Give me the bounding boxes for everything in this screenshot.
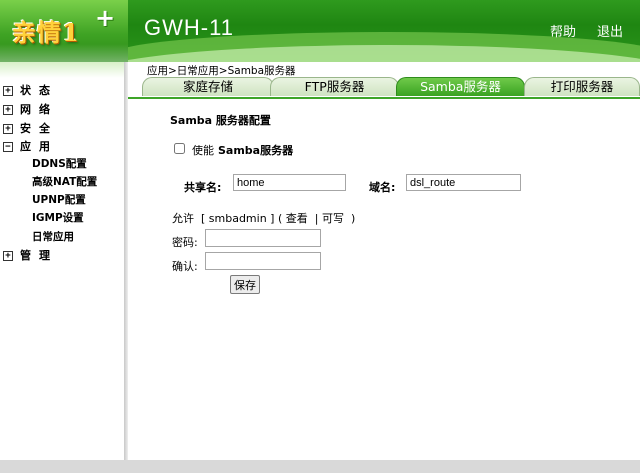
share-name-label: 共享名:	[184, 181, 222, 194]
confirm-password-input[interactable]	[205, 252, 321, 270]
password-input[interactable]	[205, 229, 321, 247]
device-model-title: GWH-11	[144, 15, 234, 40]
logout-link[interactable]: 退出	[597, 21, 623, 40]
domain-input[interactable]	[406, 174, 521, 191]
tab-ftp-server[interactable]: FTP服务器	[270, 77, 399, 96]
top-header: GWH-11 帮助 退出	[128, 0, 640, 62]
save-button[interactable]: 保存	[230, 275, 260, 294]
tab-bar: 家庭存储 FTP服务器 Samba服务器 打印服务器	[128, 77, 640, 99]
enable-prefix-text: 使能	[192, 144, 214, 157]
sidebar-top-gradient	[0, 62, 124, 78]
section-title: Samba 服务器配置	[170, 114, 271, 127]
sidebar-item-label: 管理	[20, 249, 58, 262]
sidebar-item-label: 状态	[20, 84, 58, 97]
sidebar-subitem-daily-apps[interactable]: 日常应用	[32, 228, 74, 246]
tab-home-storage[interactable]: 家庭存储	[142, 77, 274, 96]
breadcrumb: 应用>日常应用>Samba服务器	[147, 65, 296, 77]
sidebar-divider	[124, 62, 128, 460]
sidebar-subitem-upnp[interactable]: UPNP配置	[32, 191, 86, 209]
expand-icon[interactable]: +	[3, 105, 13, 115]
sidebar-item-label: 网络	[20, 103, 58, 116]
expand-icon[interactable]: +	[3, 251, 13, 261]
expand-icon[interactable]: +	[3, 124, 13, 134]
confirm-password-label: 确认:	[172, 260, 198, 273]
bottom-status-bar	[0, 460, 640, 473]
sidebar-item-label: 应用	[20, 140, 58, 153]
collapse-icon[interactable]: −	[3, 142, 13, 152]
expand-icon[interactable]: +	[3, 86, 13, 96]
logo-swoosh	[0, 44, 128, 62]
logo-text: 亲情1	[12, 18, 80, 47]
enable-samba-label: 使能 Samba服务器	[192, 142, 293, 158]
enable-samba-checkbox[interactable]	[174, 143, 185, 154]
sidebar	[0, 62, 124, 460]
domain-label: 域名:	[369, 181, 396, 194]
tab-print-server[interactable]: 打印服务器	[524, 77, 640, 96]
allow-permissions-text: 允许 [ smbadmin ] ( 查看 | 可写 )	[172, 212, 356, 225]
sidebar-subitem-ddns[interactable]: DDNS配置	[32, 155, 87, 173]
sidebar-subitem-igmp[interactable]: IGMP设置	[32, 209, 84, 227]
tab-samba-server[interactable]: Samba服务器	[396, 77, 525, 96]
help-link[interactable]: 帮助	[550, 21, 576, 40]
brand-logo: 亲情1 +	[0, 0, 128, 62]
enable-service-name: Samba服务器	[218, 144, 294, 157]
logo-plus-mark: +	[95, 4, 116, 32]
sidebar-subitem-advanced-nat[interactable]: 高级NAT配置	[32, 173, 97, 191]
share-name-input[interactable]	[233, 174, 346, 191]
sidebar-item-label: 安全	[20, 122, 58, 135]
password-label: 密码:	[172, 236, 198, 249]
